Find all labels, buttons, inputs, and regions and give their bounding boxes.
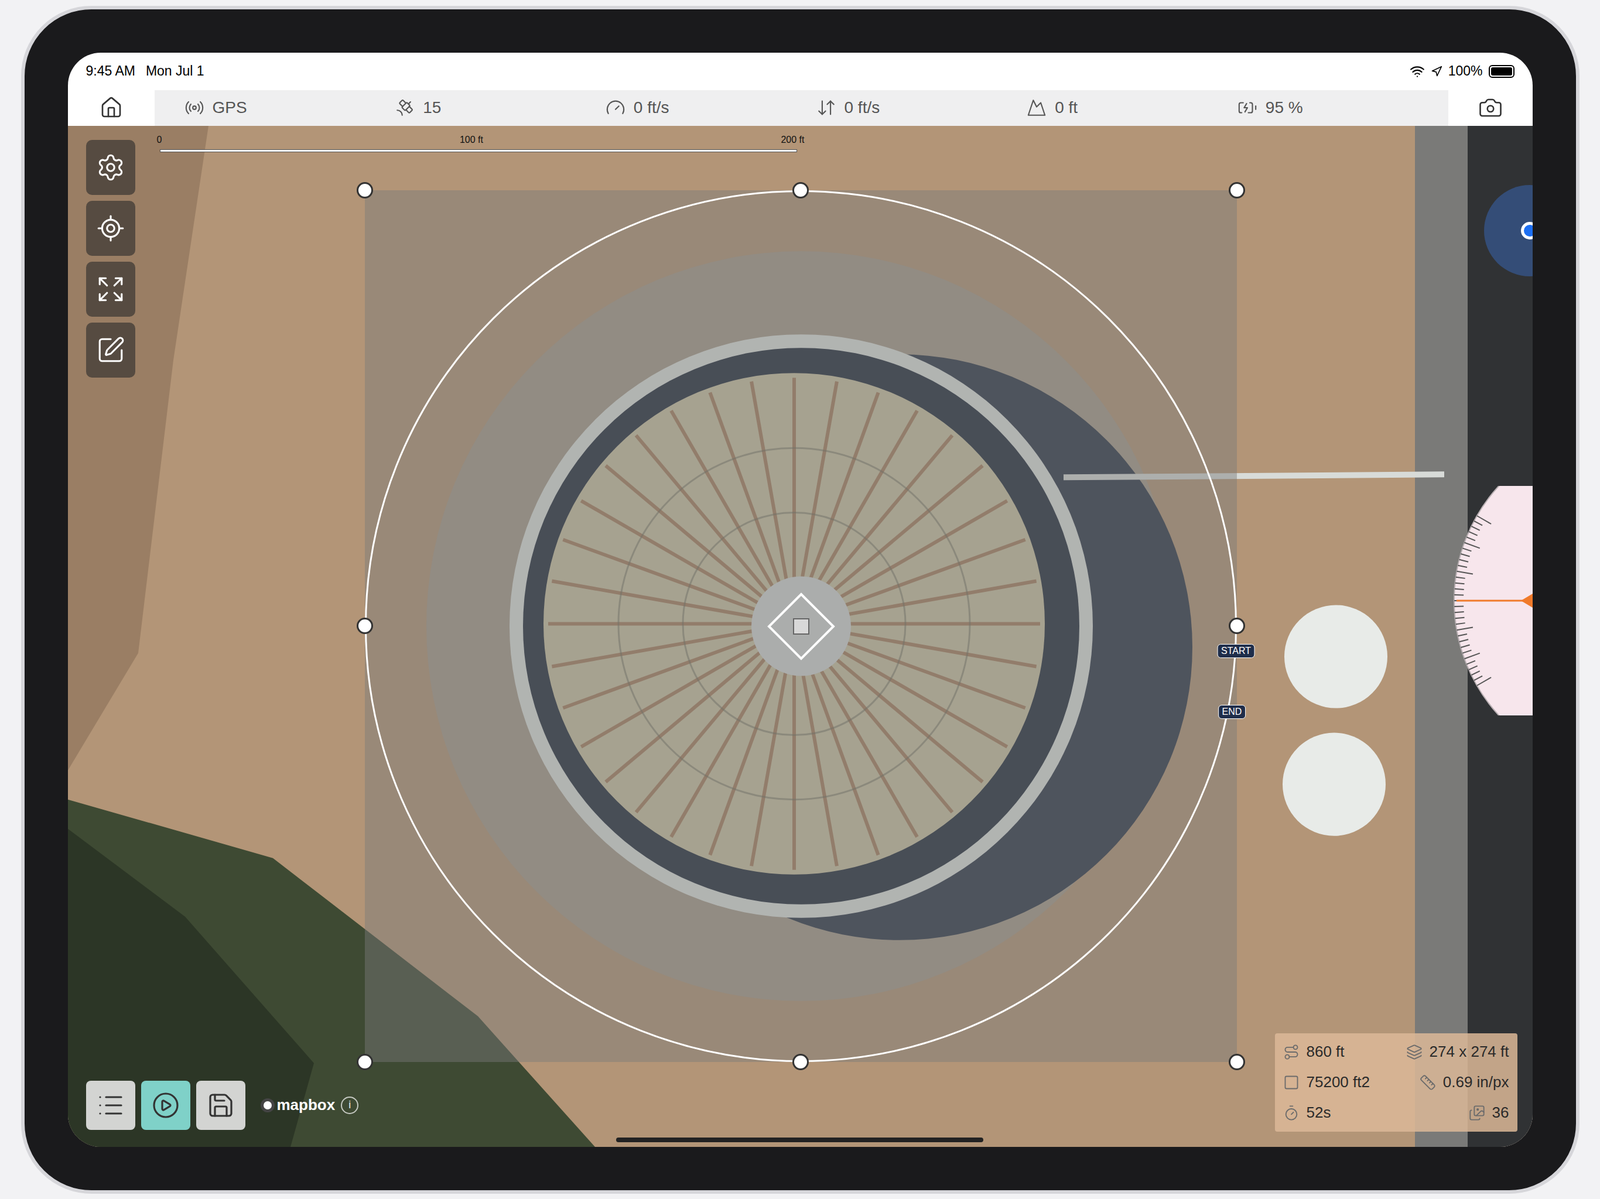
heading-dial[interactable]: [1448, 486, 1533, 716]
resize-handle[interactable]: [356, 1054, 374, 1071]
info-button[interactable]: i: [340, 1096, 359, 1115]
play-button[interactable]: [141, 1081, 191, 1131]
expand-icon: [96, 274, 126, 304]
locate-button[interactable]: [86, 200, 136, 256]
settings-icon: [96, 152, 126, 183]
scale-tick: 100 ft: [459, 132, 484, 147]
bottom-controls: mapboxi: [86, 1081, 360, 1131]
battery-percent: 100%: [1448, 60, 1483, 82]
resize-handle[interactable]: [792, 182, 809, 199]
v-speed-icon: [816, 97, 837, 118]
scale-tick: 200 ft: [780, 132, 805, 147]
stat-item: 52s: [1283, 1100, 1394, 1127]
resize-handle[interactable]: [1228, 1054, 1246, 1071]
resize-handle[interactable]: [1228, 617, 1246, 635]
status-time: 9:45 AM: [86, 60, 136, 82]
edit-button[interactable]: [86, 322, 136, 378]
photos-icon: [1468, 1105, 1486, 1122]
telemetry-item: 0 ft: [1026, 95, 1238, 121]
mission-stats: 860 ft 274 x 274 ft 75200 ft2 0.69 in/px 52s…: [1274, 1033, 1518, 1133]
telemetry-bar: GPS150 ft/s0 ft/s0 ft95 %: [154, 90, 1449, 126]
telemetry-item: GPS: [184, 95, 396, 121]
scale-tick: 0: [156, 132, 163, 147]
resize-handle[interactable]: [356, 617, 374, 635]
page: 9:45 AMMon Jul 1100%GPS150 ft/s0 ft/s0 f…: [0, 0, 1600, 1199]
battery-icon: [1488, 65, 1515, 78]
stat-item: 36: [1468, 1100, 1510, 1127]
stat-item: 860 ft: [1283, 1039, 1394, 1066]
home-icon[interactable]: [99, 96, 123, 120]
survey-area[interactable]: [364, 190, 1237, 1063]
distance-icon: [1283, 1044, 1300, 1061]
telemetry-item: 0 ft/s: [816, 95, 1028, 121]
resize-handle[interactable]: [1228, 182, 1246, 199]
wifi-icon: [1409, 63, 1425, 80]
scale-bar: 0 100 ft 200 ft: [155, 132, 806, 153]
altitude-icon: [1026, 97, 1047, 118]
location-icon: [1430, 65, 1443, 78]
satellites-icon: [394, 97, 415, 118]
end-label: END: [1218, 705, 1247, 720]
locate-icon: [96, 213, 126, 244]
home-indicator: [616, 1137, 984, 1143]
area-icon: [1283, 1074, 1300, 1092]
map[interactable]: 0 100 ft 200 ft START END mapboxi 860 ft 274 x …: [67, 125, 1533, 1148]
save-icon: [206, 1091, 235, 1120]
resolution-icon: [1419, 1074, 1437, 1092]
list-button[interactable]: [86, 1081, 136, 1131]
settings-button[interactable]: [86, 139, 136, 196]
map-tools: [86, 139, 136, 378]
mapbox-logo: mapbox: [260, 1093, 336, 1117]
edit-icon: [96, 335, 126, 365]
telemetry-item: 15: [394, 95, 606, 121]
ipad-bezel: 9:45 AMMon Jul 1100%GPS150 ft/s0 ft/s0 f…: [21, 5, 1580, 1195]
telemetry-item: 95 %: [1237, 95, 1449, 121]
screen: 9:45 AMMon Jul 1100%GPS150 ft/s0 ft/s0 f…: [67, 52, 1533, 1148]
battery-icon: [1237, 97, 1258, 118]
camera-icon[interactable]: [1478, 95, 1503, 121]
resize-handle[interactable]: [792, 1054, 809, 1071]
mapbox-attribution[interactable]: mapboxi: [260, 1093, 360, 1117]
duration-icon: [1283, 1105, 1300, 1122]
dimensions-icon: [1406, 1044, 1423, 1061]
save-button[interactable]: [196, 1081, 246, 1131]
play-icon: [151, 1091, 180, 1120]
status-date: Mon Jul 1: [145, 60, 205, 82]
stat-item: 75200 ft2: [1283, 1069, 1394, 1096]
expand-button[interactable]: [86, 261, 136, 317]
toolbar: GPS150 ft/s0 ft/s0 ft95 %: [67, 90, 1533, 126]
resize-handle[interactable]: [356, 182, 374, 199]
mode-icon: [184, 97, 205, 118]
mapbox-mark-icon: [260, 1098, 275, 1113]
stat-item: 0.69 in/px: [1419, 1069, 1510, 1096]
status-bar: 9:45 AM Mon Jul 1 100%: [67, 52, 1533, 91]
start-label: START: [1216, 644, 1256, 659]
h-speed-icon: [605, 97, 626, 118]
stat-item: 274 x 274 ft: [1406, 1039, 1510, 1066]
telemetry-item: 0 ft/s: [605, 95, 817, 121]
list-icon: [96, 1091, 125, 1120]
center-point-icon[interactable]: [765, 590, 837, 663]
